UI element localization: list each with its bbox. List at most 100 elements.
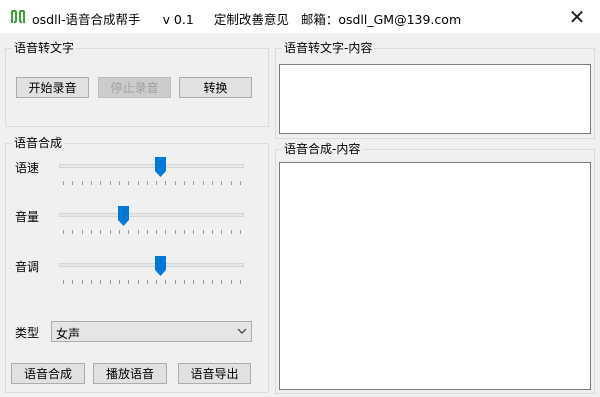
slider-tick	[240, 181, 241, 185]
slider-tick	[72, 181, 74, 185]
slider-tick	[230, 230, 232, 234]
slider-tick	[137, 230, 139, 234]
slider-tick	[174, 280, 176, 284]
tts-group: 语音合成 语速 音量 音调 类型 女声 语音合成 播放语音 语音导出	[5, 136, 269, 393]
slider-tick	[72, 230, 74, 234]
pitch-label: 音调	[15, 260, 40, 274]
volume-slider-ticks	[59, 230, 244, 235]
slider-tick	[100, 230, 102, 234]
pitch-slider-thumb[interactable]	[155, 256, 167, 276]
stop-recording-label: 停止录音	[110, 81, 159, 95]
slider-tick	[109, 280, 111, 284]
convert-button[interactable]: 转换	[179, 77, 252, 98]
slider-tick	[90, 230, 92, 234]
slider-tick	[72, 280, 74, 284]
slider-tick	[230, 181, 232, 185]
export-button[interactable]: 语音导出	[178, 363, 251, 384]
speed-slider-ticks	[59, 181, 244, 186]
play-button[interactable]: 播放语音	[93, 363, 167, 384]
version-label: v 0.1	[162, 12, 194, 27]
slider-tick	[212, 230, 214, 234]
tts-content-textbox[interactable]	[279, 162, 591, 390]
window-title: osdll-语音合成帮手 v 0.1 定制改善意见 邮箱：osdll_GM@139.c…	[32, 9, 461, 28]
slider-tick	[221, 230, 223, 234]
volume-label: 音量	[15, 210, 40, 224]
start-recording-button[interactable]: 开始录音	[16, 77, 89, 98]
stt-content-group: 语音转文字-内容	[275, 41, 595, 139]
stt-content-label: 语音转文字-内容	[282, 41, 375, 55]
close-icon: ✕	[568, 4, 586, 29]
volume-slider-track[interactable]	[59, 213, 244, 217]
slider-tick	[81, 230, 83, 234]
slider-tick	[146, 230, 148, 234]
slider-tick	[240, 230, 241, 234]
slider-tick	[184, 181, 186, 185]
slider-tick	[63, 280, 64, 284]
pitch-slider-track[interactable]	[59, 263, 244, 267]
slider-tick	[184, 230, 186, 234]
slider-tick	[193, 181, 195, 185]
tts-group-label: 语音合成	[12, 136, 65, 150]
convert-label: 转换	[203, 81, 228, 95]
title-bar: osdll-语音合成帮手 v 0.1 定制改善意见 邮箱：osdll_GM@139.c…	[0, 0, 600, 33]
slider-tick	[174, 181, 176, 185]
speed-label: 语速	[15, 161, 40, 175]
slider-tick	[212, 280, 214, 284]
stop-recording-button[interactable]: 停止录音	[98, 77, 171, 98]
email-label: 邮箱：osdll_GM@139.com	[300, 12, 462, 27]
slider-tick	[156, 181, 158, 185]
slider-tick	[156, 230, 158, 234]
client-area: 语音转文字 开始录音 停止录音 转换 语音转文字-内容 语音合成 语速 音量 音…	[0, 33, 600, 397]
voice-type-select[interactable]: 女声	[51, 321, 252, 342]
slider-tick	[81, 181, 83, 185]
volume-slider-thumb[interactable]	[118, 206, 130, 226]
slider-tick	[202, 181, 204, 185]
slider-tick	[193, 230, 195, 234]
synthesize-label: 语音合成	[23, 367, 72, 381]
speed-slider-track[interactable]	[59, 164, 244, 168]
slider-tick	[118, 280, 120, 284]
stt-content-textbox[interactable]	[279, 64, 591, 134]
slider-tick	[128, 280, 130, 284]
slider-tick	[221, 181, 223, 185]
slider-tick	[156, 280, 158, 284]
slider-tick	[118, 230, 120, 234]
slider-tick	[118, 181, 120, 185]
slider-tick	[90, 280, 92, 284]
play-label: 播放语音	[105, 367, 154, 381]
slider-tick	[230, 280, 232, 284]
close-button[interactable]: ✕	[554, 0, 600, 33]
stt-group: 语音转文字 开始录音 停止录音 转换	[5, 41, 269, 127]
slider-tick	[81, 280, 83, 284]
slider-tick	[193, 280, 195, 284]
slider-tick	[165, 280, 167, 284]
export-label: 语音导出	[190, 367, 239, 381]
slider-tick	[165, 181, 167, 185]
slider-tick	[100, 280, 102, 284]
app-name: osdll-语音合成帮手	[32, 12, 141, 27]
synthesize-button[interactable]: 语音合成	[11, 363, 85, 384]
speed-slider-thumb[interactable]	[155, 157, 167, 177]
slider-tick	[202, 280, 204, 284]
slider-tick	[137, 280, 139, 284]
feedback-label: 定制改善意见	[213, 12, 289, 27]
chevron-down-icon	[237, 328, 247, 334]
slider-tick	[202, 230, 204, 234]
start-recording-label: 开始录音	[28, 81, 77, 95]
slider-tick	[128, 230, 130, 234]
slider-tick	[137, 181, 139, 185]
slider-tick	[109, 230, 111, 234]
app-logo-icon	[11, 10, 25, 23]
tts-content-group: 语音合成-内容	[275, 142, 595, 394]
slider-tick	[184, 280, 186, 284]
slider-tick	[63, 230, 64, 234]
tts-content-label: 语音合成-内容	[282, 142, 363, 156]
slider-tick	[146, 280, 148, 284]
slider-tick	[109, 181, 111, 185]
voice-type-value: 女声	[56, 327, 81, 341]
stt-group-label: 语音转文字	[12, 41, 77, 55]
type-label: 类型	[15, 326, 40, 340]
slider-tick	[212, 181, 214, 185]
slider-tick	[165, 230, 167, 234]
slider-tick	[90, 181, 92, 185]
